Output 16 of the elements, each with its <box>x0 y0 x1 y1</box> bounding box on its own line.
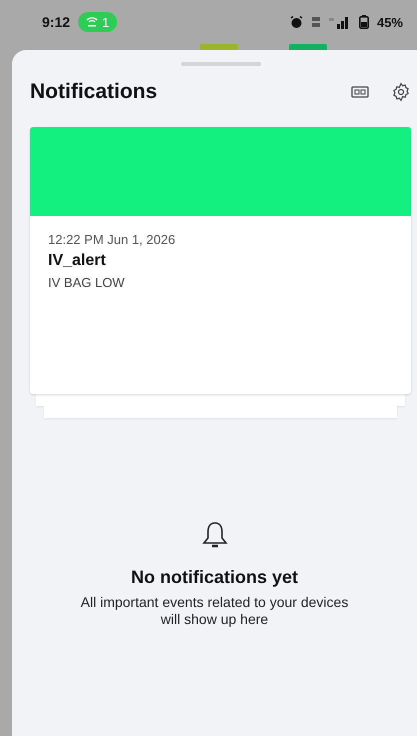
battery-percentage: 45% <box>376 14 403 30</box>
notification-time: 12:22 PM Jun 1, 2026 <box>48 232 176 247</box>
alarm-icon <box>290 16 303 28</box>
empty-title: No notifications yet <box>130 567 298 588</box>
notification-card[interactable]: 12:22 PM Jun 1, 2026 IV_alert IV BAG LOW <box>30 127 411 394</box>
signal-icon <box>328 16 351 28</box>
notification-title: IV_alert <box>48 252 107 270</box>
hotspot-icon <box>86 17 98 27</box>
notification-message: IV BAG LOW <box>48 275 126 290</box>
empty-description: All important events related to your devices will show up here <box>80 594 350 628</box>
status-time: 9:12 <box>42 14 70 30</box>
hotspot-pill: 1 <box>78 12 118 32</box>
page-title: Notifications <box>30 80 158 104</box>
settings-icon[interactable] <box>391 82 411 102</box>
battery-icon <box>358 15 369 29</box>
card-view-icon[interactable] <box>351 86 369 98</box>
